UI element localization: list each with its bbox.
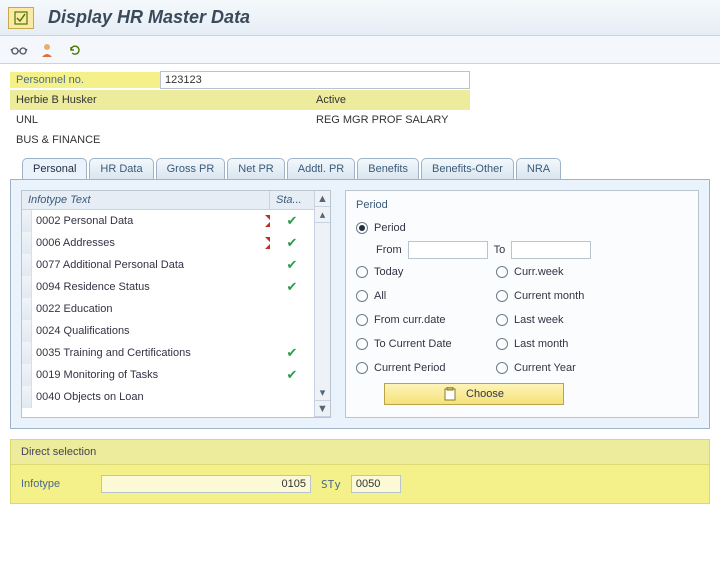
check-icon: ✔ xyxy=(287,257,298,272)
radio-currmonth[interactable] xyxy=(496,290,508,302)
infotype-cell: 0022 Education xyxy=(32,303,270,315)
scroll-up-icon[interactable]: ▴ xyxy=(315,207,330,223)
infotype-cell: 0094 Residence Status xyxy=(32,281,270,293)
table-row[interactable]: 0002 Personal Data ✔ xyxy=(22,210,314,232)
infotype-cell: 0077 Additional Personal Data xyxy=(32,259,270,271)
scroll-down-icon[interactable]: ▾ xyxy=(315,385,330,401)
personnel-no-label: Personnel no. xyxy=(10,72,160,88)
table-row[interactable]: 0094 Residence Status ✔ xyxy=(22,276,314,298)
row-handle[interactable] xyxy=(22,364,32,386)
col-infotype-text[interactable]: Infotype Text xyxy=(22,191,270,209)
table-row[interactable]: 0035 Training and Certifications ✔ xyxy=(22,342,314,364)
tab-gross-pr[interactable]: Gross PR xyxy=(156,158,226,179)
infotype-input[interactable] xyxy=(101,475,311,493)
infotype-label: Infotype xyxy=(21,478,91,490)
choose-label: Choose xyxy=(466,388,504,400)
check-icon: ✔ xyxy=(287,235,298,250)
table-row[interactable]: 0040 Objects on Loan xyxy=(22,386,314,408)
row-handle[interactable] xyxy=(22,320,32,342)
from-label: From xyxy=(376,244,402,256)
status-cell: ✔ xyxy=(270,235,314,251)
infotype-cell: 0019 Monitoring of Tasks xyxy=(32,369,270,381)
table-row[interactable]: 0077 Additional Personal Data ✔ xyxy=(22,254,314,276)
table-row[interactable]: 0019 Monitoring of Tasks ✔ xyxy=(22,364,314,386)
infotype-cell: 0006 Addresses xyxy=(32,237,270,249)
table-row[interactable]: 0022 Education xyxy=(22,298,314,320)
status-cell: ✔ xyxy=(270,367,314,383)
scrollbar-track[interactable] xyxy=(315,223,330,385)
tab-benefits[interactable]: Benefits xyxy=(357,158,419,179)
radio-fromcurr[interactable] xyxy=(356,314,368,326)
status-cell: ✔ xyxy=(270,345,314,361)
row-handle[interactable] xyxy=(22,386,32,408)
check-icon: ✔ xyxy=(287,213,298,228)
radio-today[interactable] xyxy=(356,266,368,278)
infotype-cell: 0040 Objects on Loan xyxy=(32,391,270,403)
clipboard-icon xyxy=(444,387,456,401)
row-handle[interactable] xyxy=(22,342,32,364)
direct-selection-title: Direct selection xyxy=(11,440,709,465)
choose-button[interactable]: Choose xyxy=(384,383,564,405)
tab-nra[interactable]: NRA xyxy=(516,158,561,179)
org2: BUS & FINANCE xyxy=(10,132,106,148)
to-input[interactable] xyxy=(511,241,591,259)
check-icon: ✔ xyxy=(287,345,298,360)
radio-all[interactable] xyxy=(356,290,368,302)
row-handle[interactable] xyxy=(22,232,32,254)
infotype-cell: 0024 Qualifications xyxy=(32,325,270,337)
status-cell: ✔ xyxy=(270,257,314,273)
scroll-bottom-icon[interactable]: ▼ xyxy=(315,401,330,417)
status-cell: ✔ xyxy=(270,213,314,229)
to-label: To xyxy=(494,244,506,256)
infotype-cell: 0035 Training and Certifications xyxy=(32,347,270,359)
check-icon: ✔ xyxy=(287,367,298,382)
row-handle[interactable] xyxy=(22,210,32,232)
sty-input[interactable] xyxy=(351,475,401,493)
tab-addtl-pr[interactable]: Addtl. PR xyxy=(287,158,355,179)
from-input[interactable] xyxy=(408,241,488,259)
sty-label: STy xyxy=(321,478,341,491)
radio-period-label: Period xyxy=(374,222,406,234)
period-group-title: Period xyxy=(356,199,688,211)
radio-lastweek[interactable] xyxy=(496,314,508,326)
radio-period[interactable] xyxy=(356,222,368,234)
check-icon: ✔ xyxy=(287,279,298,294)
status-cell: ✔ xyxy=(270,279,314,295)
employee-status: Active xyxy=(310,92,352,108)
tab-benefits-other[interactable]: Benefits-Other xyxy=(421,158,514,179)
page-title: Display HR Master Data xyxy=(48,7,250,28)
refresh-icon[interactable] xyxy=(64,40,86,60)
tab-personal[interactable]: Personal xyxy=(22,158,87,179)
scroll-top-icon[interactable]: ▲ xyxy=(315,191,330,207)
position-text: REG MGR PROF SALARY xyxy=(310,112,454,128)
row-handle[interactable] xyxy=(22,254,32,276)
infotype-cell: 0002 Personal Data xyxy=(32,215,270,227)
radio-lastmonth[interactable] xyxy=(496,338,508,350)
col-status[interactable]: Sta... xyxy=(270,191,314,209)
radio-tocurr[interactable] xyxy=(356,338,368,350)
employee-name: Herbie B Husker xyxy=(10,92,160,108)
radio-currperiod[interactable] xyxy=(356,362,368,374)
table-row[interactable]: 0006 Addresses ✔ xyxy=(22,232,314,254)
row-handle[interactable] xyxy=(22,276,32,298)
row-handle[interactable] xyxy=(22,298,32,320)
radio-curryear[interactable] xyxy=(496,362,508,374)
radio-currweek[interactable] xyxy=(496,266,508,278)
personnel-no-input[interactable] xyxy=(160,71,470,89)
tab-hr-data[interactable]: HR Data xyxy=(89,158,153,179)
app-icon xyxy=(8,7,34,29)
person-icon[interactable] xyxy=(36,40,58,60)
table-row[interactable]: 0024 Qualifications xyxy=(22,320,314,342)
glasses-icon[interactable] xyxy=(8,40,30,60)
org1: UNL xyxy=(10,112,310,128)
tab-net-pr[interactable]: Net PR xyxy=(227,158,284,179)
